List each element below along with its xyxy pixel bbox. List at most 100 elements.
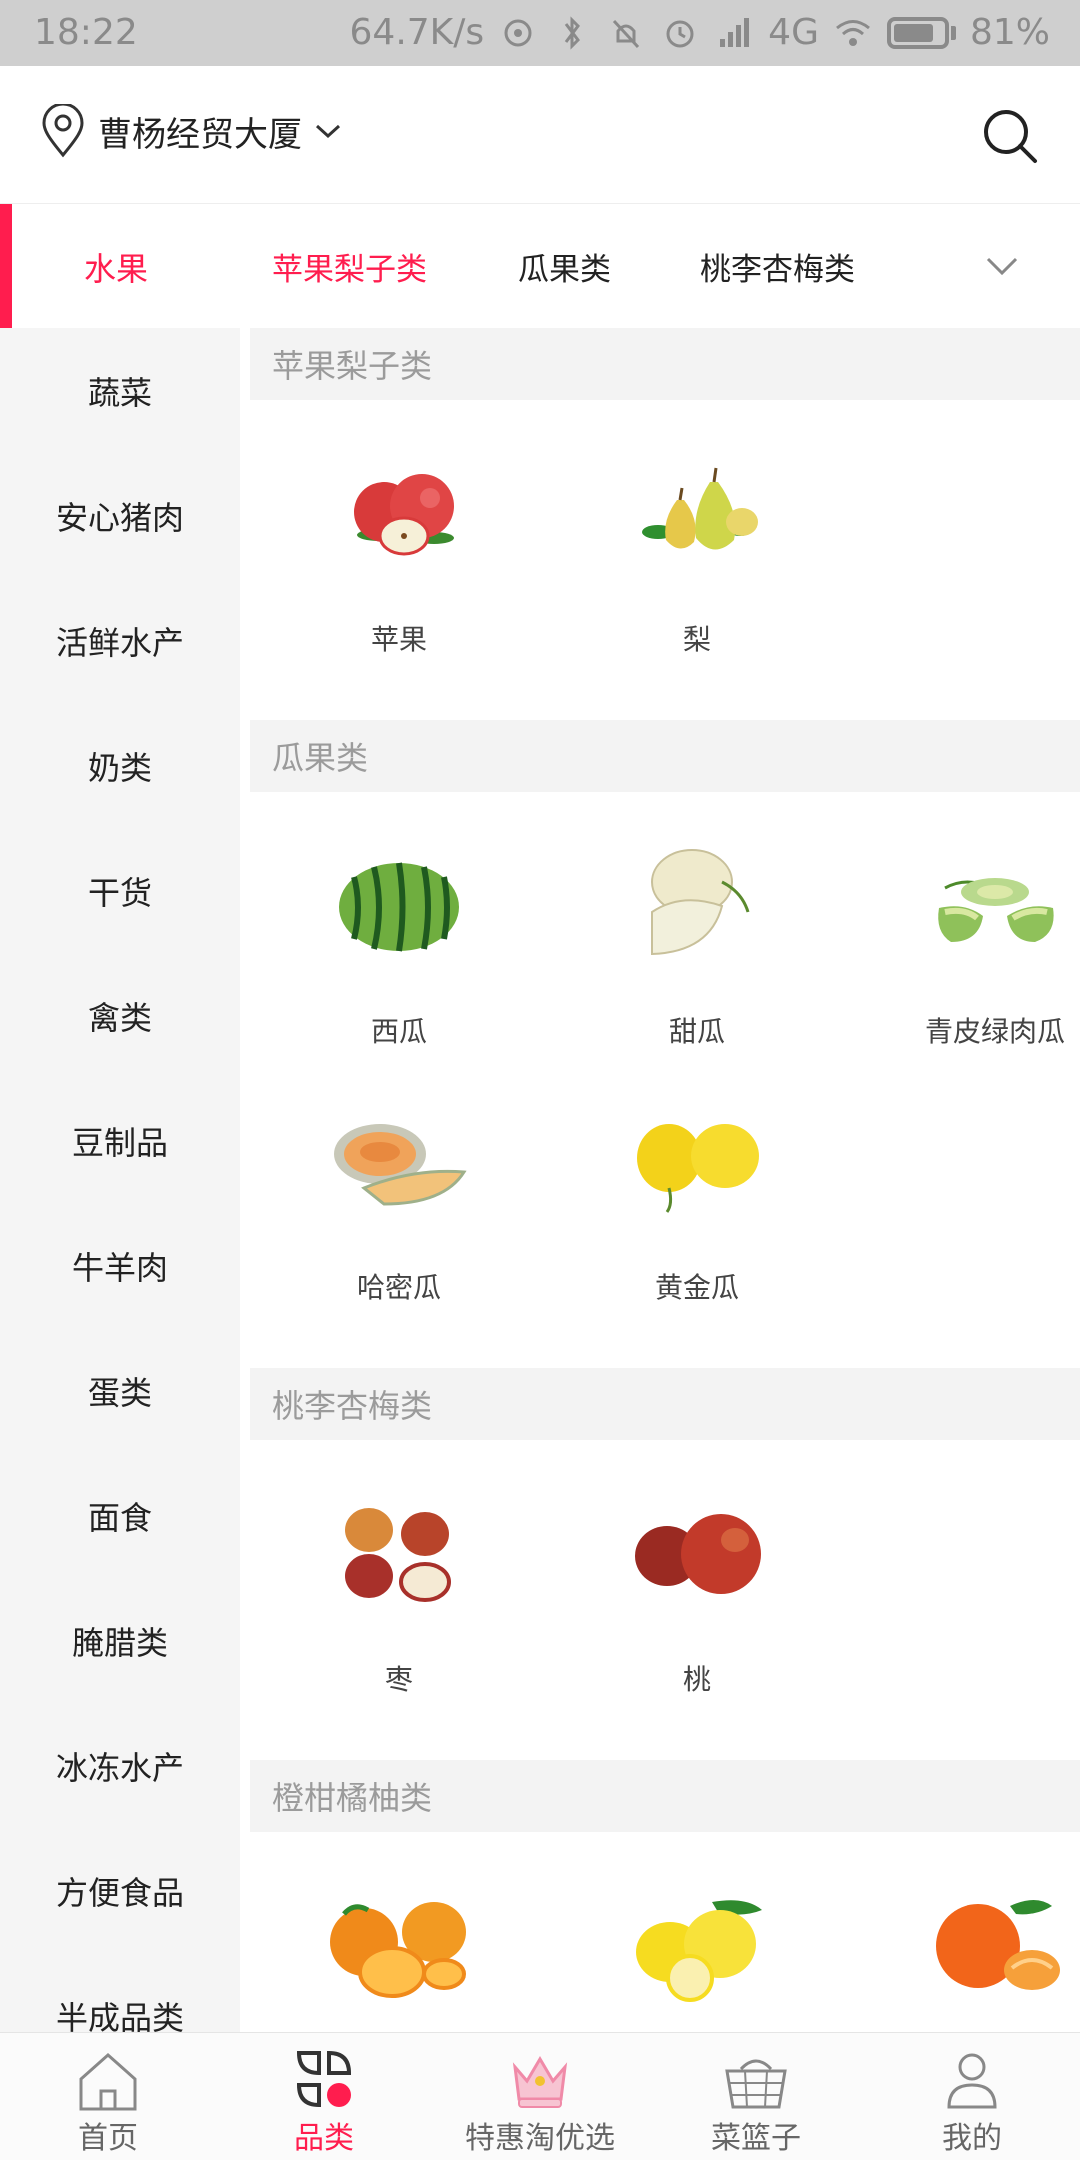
nav-label: 菜篮子 <box>711 2121 801 2156</box>
nav-label: 我的 <box>942 2121 1002 2156</box>
product-item[interactable]: 青皮绿肉瓜 <box>846 832 1080 1088</box>
sidebar-item-dry-goods[interactable]: 干货 <box>0 828 240 953</box>
sidebar-item-label: 干货 <box>87 873 152 912</box>
orange-icon <box>330 1902 466 1998</box>
category-sidebar: 蔬菜 安心猪肉 活鲜水产 奶类 干货 禽类 豆制品 牛羊肉 蛋类 面食 腌腊类 … <box>0 328 240 2032</box>
nav-home[interactable]: 首页 <box>0 2033 216 2160</box>
product-name: 甜瓜 <box>668 1015 725 1048</box>
sidebar-item-label: 腌腊类 <box>71 1623 168 1662</box>
sidebar-item-label: 半成品类 <box>55 1998 184 2033</box>
sidebar-item-dairy[interactable]: 奶类 <box>0 703 240 828</box>
location-name: 曹杨经贸大厦 <box>98 114 302 155</box>
product-name: 枣 <box>384 1663 413 1696</box>
sidebar-item-live-seafood[interactable]: 活鲜水产 <box>0 578 240 703</box>
alarm-icon <box>666 20 694 47</box>
basket-icon <box>725 2059 787 2109</box>
product-item[interactable]: 黄金瓜 <box>548 1088 846 1344</box>
sidebar-item-pork[interactable]: 安心猪肉 <box>0 453 240 578</box>
product-item[interactable]: 橙 <box>250 1872 548 2032</box>
sidebar-item-semi-finished[interactable]: 半成品类 <box>0 1953 240 2033</box>
product-grid: 苹果 梨 <box>250 400 1080 720</box>
sidebar-item-cured[interactable]: 腌腊类 <box>0 1578 240 1703</box>
section-header: 苹果梨子类 <box>250 328 1080 400</box>
nav-label: 品类 <box>294 2121 354 2156</box>
sidebar-item-poultry[interactable]: 禽类 <box>0 953 240 1078</box>
sidebar-item-label: 禽类 <box>87 998 152 1037</box>
sidebar-item-label: 面食 <box>87 1498 152 1537</box>
tab-stone-fruits[interactable]: 桃李杏梅类 <box>700 244 855 289</box>
product-grid: 枣 桃 <box>250 1440 1080 1760</box>
sidebar-item-label: 蛋类 <box>87 1373 152 1412</box>
product-name: 青皮绿肉瓜 <box>924 1015 1065 1048</box>
sidebar-item-label: 冰冻水产 <box>55 1748 184 1787</box>
status-bar: 18:22 64.7K/s 4G 81% <box>0 0 1080 66</box>
sidebar-item-eggs[interactable]: 蛋类 <box>0 1328 240 1453</box>
tangerine-icon <box>936 1900 1060 1990</box>
location-selector[interactable]: 曹杨经贸大厦 <box>40 104 342 158</box>
sidebar-item-label: 奶类 <box>87 748 152 787</box>
product-item[interactable]: 甜瓜 <box>548 832 846 1088</box>
product-item[interactable]: 西瓜 <box>250 832 548 1088</box>
product-item[interactable]: 桔 <box>846 1872 1080 2032</box>
peach-icon <box>635 1514 761 1594</box>
sidebar-item-frozen-seafood[interactable]: 冰冻水产 <box>0 1703 240 1828</box>
product-item[interactable]: 枣 <box>250 1480 548 1736</box>
search-icon[interactable] <box>980 106 1040 166</box>
nav-category[interactable]: 品类 <box>216 2033 432 2160</box>
sidebar-item-label: 牛羊肉 <box>71 1248 168 1287</box>
pear-icon <box>642 467 758 550</box>
sidebar-item-beef-lamb[interactable]: 牛羊肉 <box>0 1203 240 1328</box>
product-name: 苹果 <box>370 623 427 656</box>
category-icon <box>296 2050 352 2108</box>
apple-icon <box>354 474 454 556</box>
sidebar-item-fruit[interactable]: 水果 <box>84 244 148 290</box>
wifi-icon <box>836 19 870 46</box>
sidebar-item-label: 安心猪肉 <box>55 498 184 537</box>
green-melon-icon <box>938 878 1054 942</box>
status-time: 18:22 <box>34 12 138 53</box>
battery-level: 81% <box>969 12 1050 53</box>
product-panel: 苹果梨子类 苹果 梨 瓜果类 西瓜 甜瓜 青皮绿肉瓜 哈密瓜 黄金瓜 桃李杏梅类… <box>250 328 1080 2032</box>
sweet-melon-icon <box>651 849 750 956</box>
expand-tabs-icon[interactable] <box>984 248 1020 284</box>
sidebar-item-soy[interactable]: 豆制品 <box>0 1078 240 1203</box>
product-item[interactable]: 柠檬 <box>548 1872 846 2032</box>
user-icon <box>947 2053 997 2109</box>
bluetooth-icon <box>564 15 581 50</box>
watermelon-icon <box>339 862 459 952</box>
sidebar-item-label: 活鲜水产 <box>55 623 184 662</box>
product-name: 桃 <box>682 1663 711 1696</box>
sidebar-item-label: 豆制品 <box>71 1123 168 1162</box>
product-item[interactable]: 苹果 <box>250 440 548 696</box>
product-grid: 橙 柠檬 桔 <box>250 1832 1080 2032</box>
tab-melons[interactable]: 瓜果类 <box>518 244 611 289</box>
sidebar-item-noodles[interactable]: 面食 <box>0 1453 240 1578</box>
sidebar-item-instant-food[interactable]: 方便食品 <box>0 1828 240 1953</box>
section-header: 桃李杏梅类 <box>250 1368 1080 1440</box>
nav-label: 首页 <box>78 2121 138 2156</box>
golden-melon-icon <box>637 1124 759 1213</box>
tab-apple-pear[interactable]: 苹果梨子类 <box>272 244 427 289</box>
battery-icon <box>886 16 956 49</box>
product-name: 黄金瓜 <box>654 1271 739 1304</box>
chevron-down-icon <box>315 124 341 139</box>
product-item[interactable]: 梨 <box>548 440 846 696</box>
crown-icon <box>512 2056 568 2108</box>
product-name: 西瓜 <box>370 1015 427 1048</box>
product-grid: 西瓜 甜瓜 青皮绿肉瓜 哈密瓜 黄金瓜 <box>250 792 1080 1368</box>
hami-melon-icon <box>334 1124 467 1206</box>
jujube-icon <box>345 1508 451 1602</box>
product-item[interactable]: 桃 <box>548 1480 846 1736</box>
status-right: 64.7K/s 4G 81% <box>350 12 1050 53</box>
product-name: 梨 <box>682 623 711 656</box>
product-item[interactable]: 哈密瓜 <box>250 1088 548 1344</box>
subcategory-tabs: 水果 苹果梨子类 瓜果类 桃李杏梅类 <box>0 204 1080 328</box>
lemon-icon <box>636 1900 762 2002</box>
network-type: 4G <box>768 12 819 53</box>
sidebar-item-vegetables[interactable]: 蔬菜 <box>0 328 240 453</box>
nav-deals[interactable]: 特惠淘优选 <box>432 2033 648 2160</box>
nav-profile[interactable]: 我的 <box>864 2033 1080 2160</box>
bottom-nav: 首页 品类 特惠淘优选 菜篮子 我的 <box>0 2032 1080 2160</box>
product-name: 哈密瓜 <box>356 1271 441 1304</box>
nav-basket[interactable]: 菜篮子 <box>648 2033 864 2160</box>
